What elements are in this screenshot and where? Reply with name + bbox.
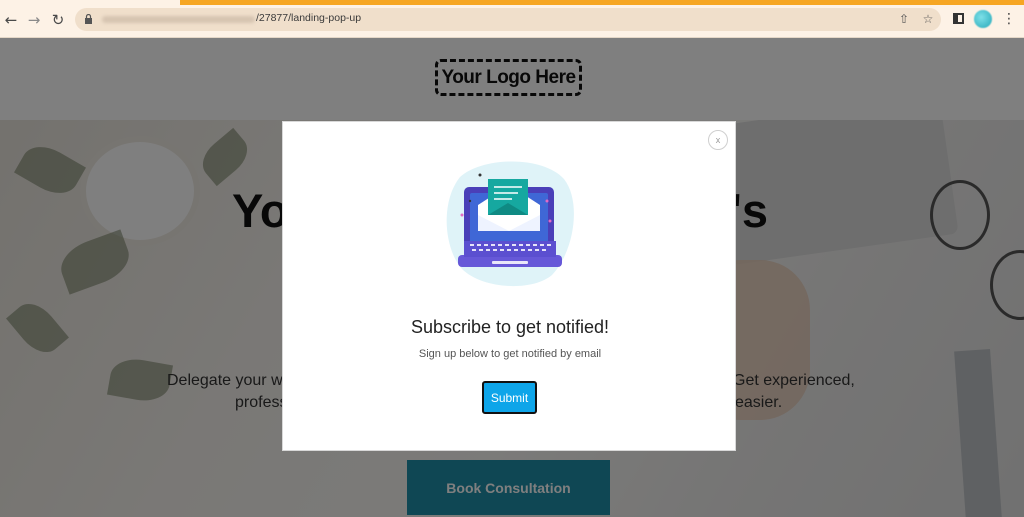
forward-arrow-icon[interactable]: → — [25, 11, 43, 29]
laptop-email-icon — [446, 161, 574, 287]
sidebar-icon[interactable] — [953, 13, 964, 24]
menu-icon[interactable]: ⋮ — [1002, 10, 1016, 28]
subscribe-modal: x Subscribe to get notified! Sign up bel… — [282, 121, 736, 451]
toolbar-accent-bar — [180, 0, 1024, 5]
address-bar[interactable]: /27877/landing-pop-up ⇧ ☆ — [75, 8, 941, 31]
url-path: /27877/landing-pop-up — [256, 12, 362, 24]
profile-avatar[interactable] — [974, 10, 992, 28]
submit-button[interactable]: Submit — [482, 381, 537, 414]
modal-subtitle: Sign up below to get notified by email — [418, 348, 602, 360]
modal-title: Subscribe to get notified! — [410, 317, 610, 337]
back-arrow-icon[interactable]: ← — [2, 11, 20, 29]
close-button[interactable]: x — [708, 130, 728, 150]
url-domain-redacted — [102, 16, 255, 23]
share-icon[interactable]: ⇧ — [897, 12, 911, 26]
lock-icon — [85, 14, 92, 24]
browser-toolbar: ← → ↻ /27877/landing-pop-up ⇧ ☆ ⋮ — [0, 0, 1024, 38]
star-icon[interactable]: ☆ — [921, 12, 935, 26]
reload-icon[interactable]: ↻ — [49, 11, 67, 29]
